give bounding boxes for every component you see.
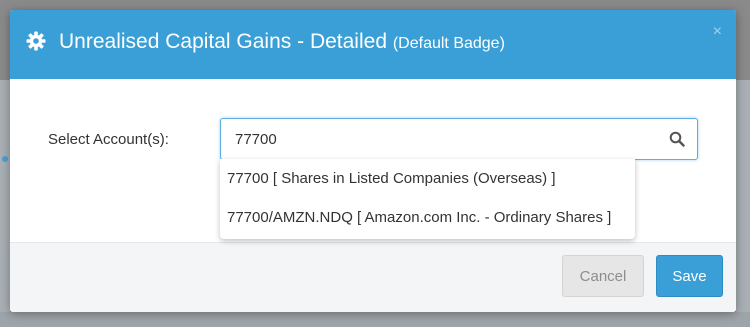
report-modal: Unrealised Capital Gains - Detailed (Def… bbox=[10, 10, 736, 312]
dropdown-item-account[interactable]: 77700 [ Shares in Listed Companies (Over… bbox=[227, 170, 556, 187]
save-button[interactable]: Save bbox=[656, 255, 723, 297]
modal-subtitle: (Default Badge) bbox=[392, 35, 505, 52]
account-search-box[interactable] bbox=[220, 118, 698, 160]
search-icon[interactable] bbox=[669, 131, 685, 147]
gear-icon bbox=[26, 31, 46, 51]
backdrop-right-strip bbox=[736, 80, 750, 327]
cancel-button[interactable]: Cancel bbox=[562, 255, 644, 297]
modal-title-text: Unrealised Capital Gains - Detailed bbox=[59, 30, 387, 53]
backdrop-left-strip bbox=[0, 80, 10, 327]
modal-header: Unrealised Capital Gains - Detailed (Def… bbox=[10, 10, 736, 79]
backdrop-bottom-strip bbox=[0, 312, 750, 327]
select-accounts-label: Select Account(s): bbox=[48, 131, 169, 148]
backdrop-accent bbox=[2, 156, 8, 162]
modal-title: Unrealised Capital Gains - Detailed (Def… bbox=[59, 29, 505, 57]
account-search-input[interactable] bbox=[235, 129, 655, 149]
close-icon[interactable]: × bbox=[713, 24, 722, 40]
account-suggestions-dropdown: 77700 [ Shares in Listed Companies (Over… bbox=[220, 159, 635, 239]
dropdown-item-account[interactable]: 77700/AMZN.NDQ [ Amazon.com Inc. - Ordin… bbox=[227, 209, 611, 226]
